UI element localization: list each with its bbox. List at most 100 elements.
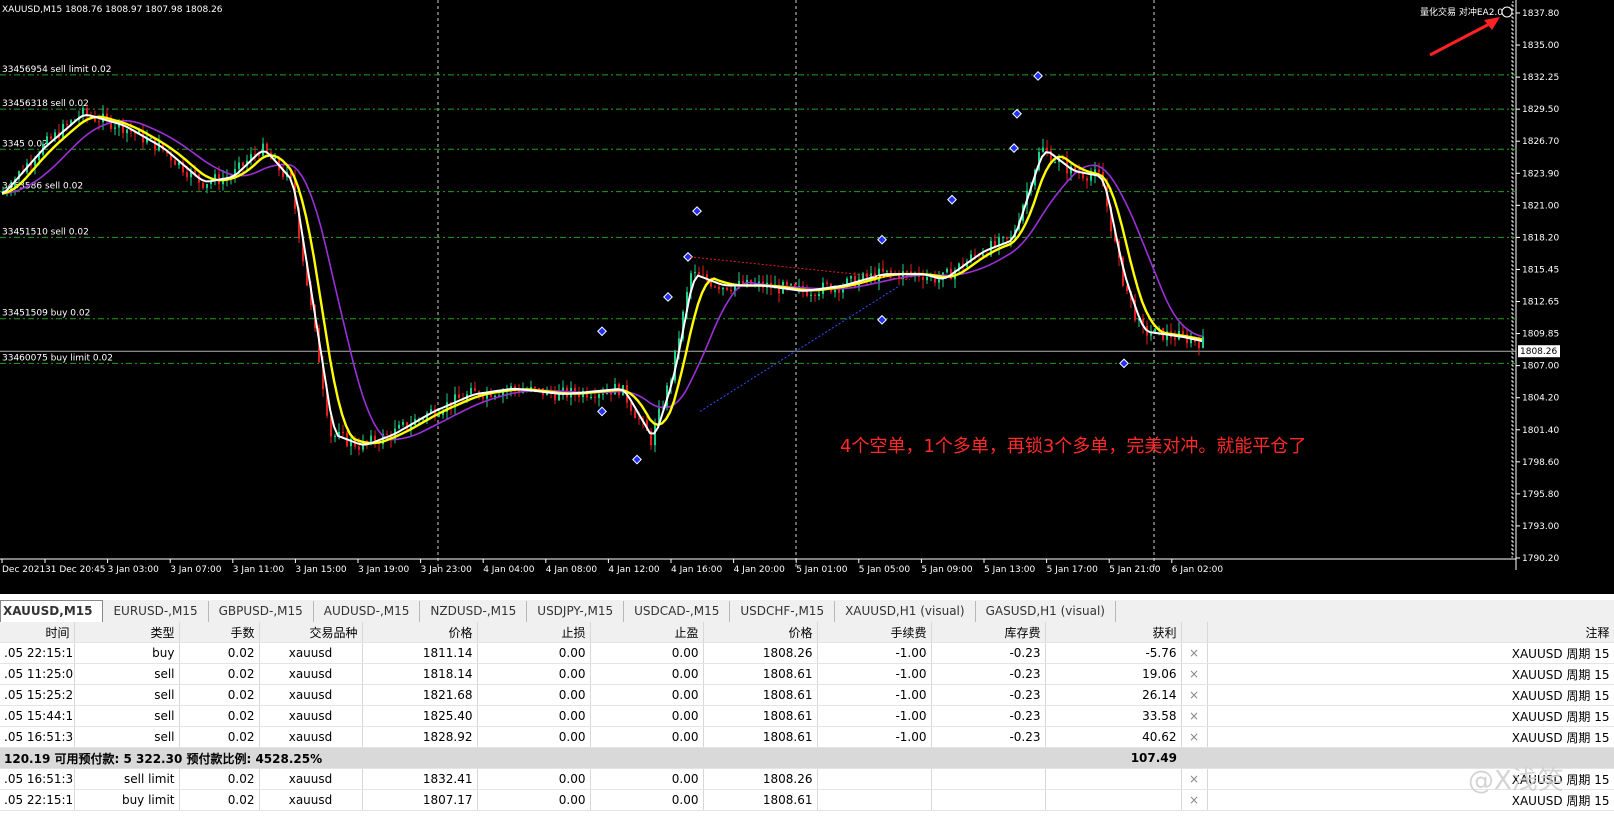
fractal-marker: [597, 326, 607, 337]
candle-body: [694, 272, 696, 274]
table-cell: 1808.26: [703, 768, 818, 790]
fractal-marker: [1033, 71, 1043, 81]
pending-order-row[interactable]: .05 16:51:33 sell limit 0.02 xauusd 1832.41 0…: [0, 768, 1614, 790]
candle-body: [890, 270, 892, 273]
table-cell: -1.00: [817, 684, 932, 706]
chart-tab-bar: XAUUSD,M15 EURUSD-,M15 GBPUSD-,M15 AUDUSD-,…: [0, 600, 1614, 623]
column-header[interactable]: 获利: [1045, 622, 1182, 643]
column-header[interactable]: 手续费: [817, 622, 932, 643]
arrow-head-icon: [1484, 17, 1500, 30]
table-cell: 19.06: [1045, 663, 1182, 685]
column-header[interactable]: 时间: [0, 622, 75, 643]
table-cell: 0.00: [590, 789, 704, 811]
time-tick-label: 4 Jan 12:00: [608, 565, 660, 575]
candle-body: [1006, 237, 1008, 239]
candle-body: [850, 276, 852, 279]
column-header[interactable]: 手数: [179, 622, 260, 643]
chart-tab[interactable]: EURUSD-,M15: [103, 601, 209, 622]
position-row[interactable]: .05 15:25:29 sell 0.02 xauusd 1821.68 0.00 0.0…: [0, 684, 1614, 706]
close-icon[interactable]: ×: [1181, 768, 1208, 790]
price-tick-label: 1832.25: [1522, 73, 1559, 83]
price-tick-label: 1812.65: [1522, 298, 1559, 308]
chart-tab[interactable]: AUDUSD-,M15: [314, 601, 421, 622]
column-header[interactable]: 止损: [477, 622, 591, 643]
time-tick-label: 4 Jan 08:00: [546, 565, 598, 575]
table-cell: 0.00: [590, 684, 704, 706]
candle-body: [982, 253, 984, 257]
candle-body: [906, 271, 908, 273]
table-cell: xauusd: [259, 663, 363, 685]
table-cell: sell: [74, 684, 180, 706]
candle-body: [598, 394, 600, 398]
close-icon[interactable]: ×: [1181, 726, 1208, 748]
chart-tab[interactable]: GBPUSD-,M15: [209, 601, 314, 622]
close-icon[interactable]: ×: [1181, 642, 1208, 664]
table-cell: sell: [74, 663, 180, 685]
table-cell: 0.02: [179, 642, 260, 664]
position-row[interactable]: .05 15:44:11 sell 0.02 xauusd 1825.40 0.00 0.0…: [0, 705, 1614, 727]
table-cell: 0.02: [179, 684, 260, 706]
column-header[interactable]: 注释: [1207, 622, 1614, 643]
fractal-marker: [663, 291, 673, 302]
time-tick-label: 3 Jan 15:00: [295, 565, 347, 575]
column-header[interactable]: 价格: [362, 622, 478, 643]
table-cell: -0.23: [931, 663, 1046, 685]
table-cell: 0.00: [477, 663, 591, 685]
time-tick-label: 3 Jan 07:00: [170, 565, 222, 575]
table-cell: 0.00: [590, 705, 704, 727]
table-cell: -5.76: [1045, 642, 1182, 664]
candle-body: [806, 291, 808, 296]
candle-body: [826, 282, 828, 284]
fractal-marker: [1119, 358, 1129, 369]
pending-order-row[interactable]: .05 22:15:18 buy limit 0.02 xauusd 1807.17 0.…: [0, 789, 1614, 811]
price-tick-label: 1793.00: [1522, 522, 1559, 532]
candle-body: [186, 172, 188, 178]
column-header[interactable]: [1181, 622, 1208, 643]
price-chart[interactable]: 1837.80 1835.00 1832.25 1829.50 1826.70 1823.…: [0, 0, 1614, 594]
close-icon[interactable]: ×: [1181, 705, 1208, 727]
table-cell: xauusd: [259, 726, 363, 748]
table-cell: [931, 768, 1046, 790]
table-cell: 0.00: [477, 726, 591, 748]
column-header[interactable]: 类型: [74, 622, 180, 643]
table-cell: .05 16:51:33: [0, 768, 75, 790]
position-row[interactable]: .05 16:51:32 sell 0.02 xauusd 1828.92 0.00 0.0…: [0, 726, 1614, 748]
chart-tab[interactable]: GASUSD,H1 (visual): [976, 601, 1116, 622]
position-row[interactable]: .05 22:15:16 buy 0.02 xauusd 1811.14 0.00 0.00…: [0, 642, 1614, 664]
candle-body: [386, 434, 388, 436]
candle-body: [714, 286, 716, 288]
account-summary: 120.19 可用预付款: 5 322.30 预付款比例: 4528.25%: [0, 747, 1045, 769]
close-icon[interactable]: ×: [1181, 789, 1208, 811]
time-tick-label: 3 Jan 11:00: [233, 565, 285, 575]
candle-body: [1182, 330, 1184, 335]
chart-tab[interactable]: USDCAD-,M15: [624, 601, 731, 622]
chart-tab[interactable]: USDJPY-,M15: [527, 601, 625, 622]
candle-body: [358, 446, 360, 450]
order-line-label: 33451509 buy 0.02: [2, 309, 90, 319]
candle-body: [150, 137, 152, 139]
table-cell: [817, 789, 932, 811]
chart-tab[interactable]: XAUUSD,H1 (visual): [835, 601, 976, 622]
candle-body: [1198, 342, 1200, 348]
position-row[interactable]: .05 11:25:00 sell 0.02 xauusd 1818.14 0.00 0.0…: [0, 663, 1614, 685]
column-header[interactable]: 库存费: [931, 622, 1046, 643]
close-icon[interactable]: ×: [1181, 684, 1208, 706]
symbol-info: XAUUSD,M15 1808.76 1808.97 1807.98 1808.…: [2, 5, 223, 15]
close-icon[interactable]: ×: [1181, 663, 1208, 685]
table-cell: 1808.61: [703, 789, 818, 811]
chart-tab[interactable]: XAUUSD,M15: [0, 600, 104, 622]
column-header[interactable]: 交易品种: [259, 622, 363, 643]
table-cell: -1.00: [817, 705, 932, 727]
total-profit: 107.49: [1045, 747, 1181, 769]
chart-tab[interactable]: NZDUSD-,M15: [420, 601, 528, 622]
column-header[interactable]: 止盈: [590, 622, 704, 643]
candle-body: [722, 287, 724, 290]
chart-canvas[interactable]: 1837.80 1835.00 1832.25 1829.50 1826.70 1823.…: [0, 0, 1614, 594]
table-cell: 0.02: [179, 726, 260, 748]
candle-body: [698, 272, 700, 275]
fractal-marker: [877, 234, 887, 245]
column-header[interactable]: 价格: [703, 622, 818, 643]
candle-body: [922, 276, 924, 281]
chart-tab[interactable]: USDCHF-,M15: [730, 601, 836, 622]
candle-body: [730, 289, 732, 292]
